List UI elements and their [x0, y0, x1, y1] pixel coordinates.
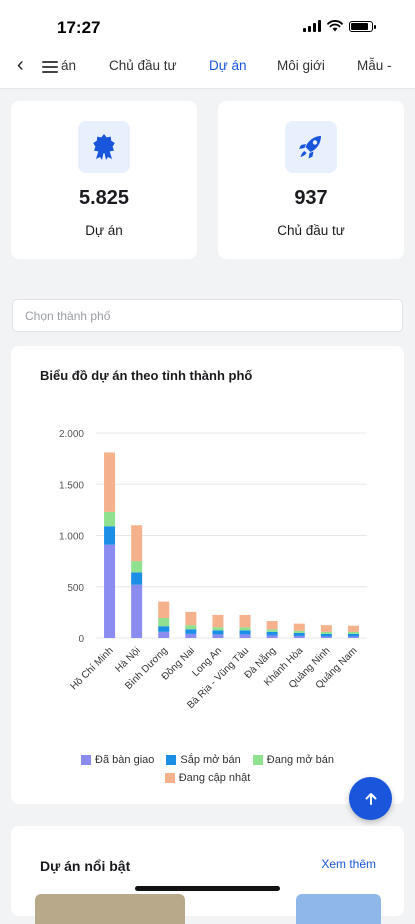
bar-segment: [320, 625, 332, 632]
menu-icon[interactable]: [42, 61, 58, 76]
bar-segment: [239, 627, 251, 631]
top-tab-bar: ‹ án Chủ đầu tư Dự án Môi giới Mẫu -: [0, 44, 415, 89]
project-thumbnail[interactable]: [35, 894, 185, 924]
y-tick-label: 0: [78, 634, 84, 645]
status-icons: [303, 20, 376, 32]
legend-swatch: [252, 755, 263, 765]
y-tick-label: 2.000: [59, 429, 84, 440]
bar-segment: [131, 525, 143, 562]
bar-segment: [239, 630, 251, 635]
stat-label: Dự án: [85, 223, 123, 238]
legend-swatch: [81, 755, 92, 765]
bar-segment: [104, 452, 116, 512]
bar-segment: [266, 621, 278, 630]
project-thumbnail[interactable]: [296, 894, 381, 924]
x-tick-label: Hồ Chí Minh: [68, 645, 116, 693]
bar-segment: [185, 625, 197, 630]
bar-segment: [158, 631, 170, 638]
see-more-link[interactable]: Xem thêm: [321, 857, 376, 871]
chart-card: Biểu đồ dự án theo tỉnh thành phố 0 500 1.…: [11, 346, 404, 804]
bar-segment: [320, 636, 332, 638]
legend-label: Sắp mở bán: [180, 754, 241, 766]
legend-item[interactable]: Đang cập nhật: [164, 772, 251, 784]
signal-icon: [303, 20, 321, 32]
legend-swatch: [166, 755, 177, 765]
tab-templates[interactable]: Mẫu -: [357, 58, 392, 73]
bar-segment: [347, 631, 359, 634]
bar-segment: [158, 618, 170, 627]
home-indicator: [135, 886, 280, 891]
bar-segment: [131, 561, 143, 573]
stat-card-projects[interactable]: 5.825 Dự án: [11, 101, 197, 259]
bar-segment: [212, 614, 224, 628]
bar-segment: [293, 635, 305, 638]
bar-segment: [104, 544, 116, 638]
bar-segment: [293, 623, 305, 631]
bar-segment: [158, 601, 170, 619]
bar-segment: [347, 636, 359, 638]
tab-brokers[interactable]: Môi giới: [277, 58, 325, 73]
bar-segment: [266, 631, 278, 636]
tab-partial[interactable]: án: [61, 58, 76, 73]
bar-segment: [347, 633, 359, 637]
bar-chart: 05001.0001.5002.000Hồ Chí MinhHà NộiBình…: [59, 429, 367, 711]
stat-value: 5.825: [78, 187, 130, 209]
bar-segment: [212, 630, 224, 635]
scroll-top-button[interactable]: [349, 777, 392, 820]
city-select[interactable]: [12, 299, 403, 332]
arrow-up-icon: [365, 792, 376, 805]
bar-segment: [158, 626, 170, 632]
y-tick-label: 1.500: [59, 480, 84, 491]
bar-segment: [185, 633, 197, 638]
battery-icon: [349, 20, 376, 32]
bar-segment: [293, 632, 305, 636]
back-chevron-icon[interactable]: ‹: [17, 54, 24, 77]
featured-title: Dự án nổi bật: [40, 858, 131, 874]
bar-segment: [185, 629, 197, 634]
stat-value: 937: [294, 187, 328, 209]
legend-label: Đang cập nhật: [178, 772, 251, 784]
bar-segment: [104, 511, 116, 527]
legend-label: Đã bàn giao: [95, 754, 155, 766]
bar-segment: [266, 635, 278, 638]
legend-label: Đang mở bán: [266, 754, 334, 766]
bar-segment: [212, 627, 224, 631]
bar-segment: [239, 634, 251, 638]
wifi-icon: [327, 20, 343, 32]
bar-segment: [347, 625, 359, 632]
y-tick-label: 1.000: [59, 532, 84, 543]
status-bar: 17:27: [0, 0, 415, 44]
award-icon: [78, 121, 130, 173]
bar-segment: [266, 629, 278, 632]
y-tick-label: 500: [67, 583, 84, 594]
tab-investors[interactable]: Chủ đầu tư: [109, 58, 177, 73]
bar-segment: [185, 611, 197, 626]
stat-label: Chủ đầu tư: [277, 223, 345, 238]
legend-item[interactable]: Đang mở bán: [252, 754, 334, 766]
bar-segment: [239, 614, 251, 628]
chart-legend: Đã bàn giao Sắp mở bán Đang mở bán Đang …: [11, 754, 404, 790]
legend-swatch: [164, 773, 175, 783]
bar-segment: [212, 634, 224, 638]
stat-card-investors[interactable]: 937 Chủ đầu tư: [218, 101, 404, 259]
tab-projects[interactable]: Dự án: [209, 58, 247, 73]
bar-segment: [104, 526, 116, 545]
legend-item[interactable]: Sắp mở bán: [166, 754, 241, 766]
bar-segment: [320, 633, 332, 637]
bar-segment: [320, 631, 332, 634]
bar-segment: [131, 584, 143, 638]
bar-segment: [131, 572, 143, 585]
city-select-input[interactable]: [13, 300, 402, 331]
featured-projects-card: Dự án nổi bật Xem thêm: [11, 826, 404, 924]
status-time: 17:27: [57, 18, 101, 37]
bar-segment: [293, 630, 305, 633]
rocket-icon: [285, 121, 337, 173]
legend-item[interactable]: Đã bàn giao: [81, 754, 154, 766]
